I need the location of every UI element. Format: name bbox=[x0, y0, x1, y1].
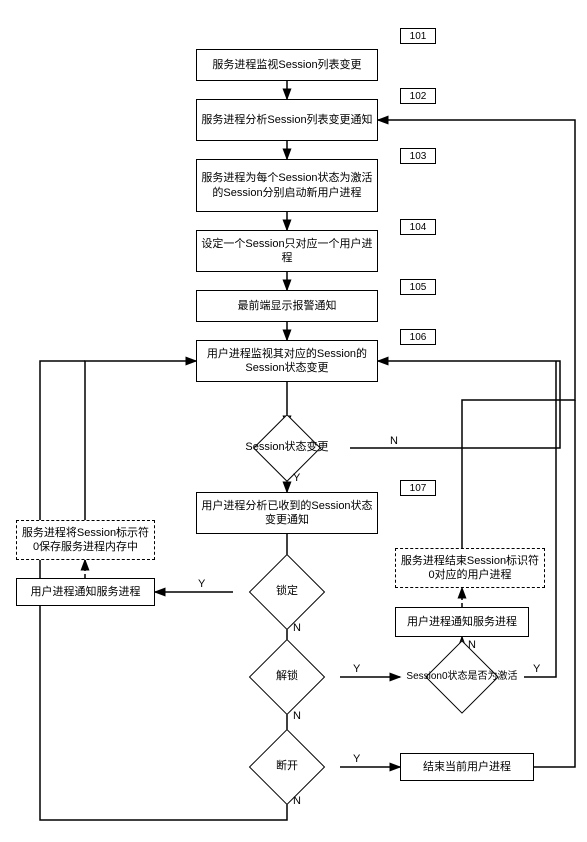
lbl-y5: Y bbox=[533, 663, 540, 675]
step-102: 服务进程分析Session列表变更通知 bbox=[196, 99, 378, 141]
step-104: 设定一个Session只对应一个用户进程 bbox=[196, 230, 378, 272]
lbl-n5: N bbox=[468, 639, 476, 651]
tag-106: 106 bbox=[400, 329, 436, 345]
right-notify: 用户进程通知服务进程 bbox=[395, 607, 529, 637]
lbl-y4: Y bbox=[353, 753, 360, 765]
lbl-n1: N bbox=[390, 435, 398, 447]
right-end-current: 结束当前用户进程 bbox=[400, 753, 534, 781]
step-101: 服务进程监视Session列表变更 bbox=[196, 49, 378, 81]
lbl-n3: N bbox=[293, 710, 301, 722]
left-save-session0: 服务进程将Session标示符0保存服务进程内存中 bbox=[16, 520, 155, 560]
tag-104: 104 bbox=[400, 219, 436, 235]
tag-103: 103 bbox=[400, 148, 436, 164]
lbl-n4: N bbox=[293, 795, 301, 807]
lbl-y2: Y bbox=[198, 578, 205, 590]
tag-101: 101 bbox=[400, 28, 436, 44]
right-end-session0: 服务进程结束Session标识符0对应的用户进程 bbox=[395, 548, 545, 588]
tag-102: 102 bbox=[400, 88, 436, 104]
step-103: 服务进程为每个Session状态为激活的Session分别启动新用户进程 bbox=[196, 159, 378, 212]
tag-105: 105 bbox=[400, 279, 436, 295]
step-106: 用户进程监视其对应的Session的Session状态变更 bbox=[196, 340, 378, 382]
lbl-y1: Y bbox=[293, 472, 300, 484]
tag-107: 107 bbox=[400, 480, 436, 496]
lbl-y3: Y bbox=[353, 663, 360, 675]
step-105: 最前端显示报警通知 bbox=[196, 290, 378, 322]
lbl-n2: N bbox=[293, 622, 301, 634]
step-107: 用户进程分析已收到的Session状态变更通知 bbox=[196, 492, 378, 534]
left-notify: 用户进程通知服务进程 bbox=[16, 578, 155, 606]
